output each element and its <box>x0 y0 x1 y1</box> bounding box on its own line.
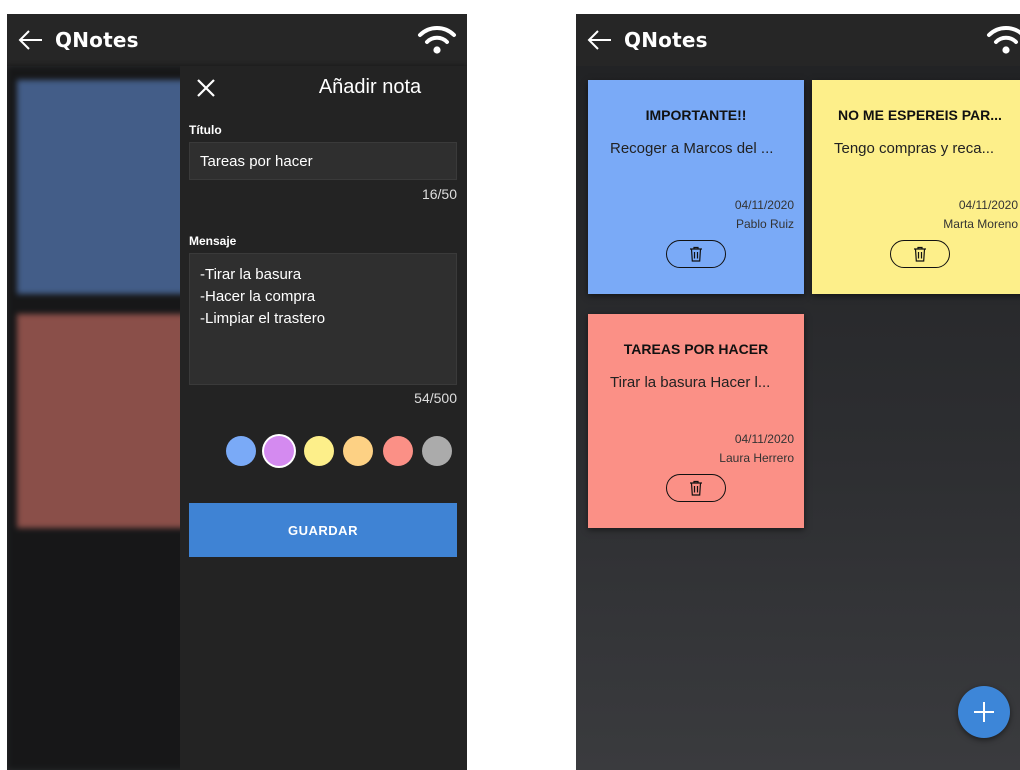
note-card[interactable]: IMPORTANTE!! Recoger a Marcos del ... 04… <box>588 80 804 294</box>
note-message: Tirar la basura Hacer l... <box>610 374 771 391</box>
note-message: Recoger a Marcos del ... <box>610 140 774 157</box>
back-button[interactable] <box>7 14 55 66</box>
note-title: IMPORTANTE!! <box>645 107 747 123</box>
note-title: TAREAS POR HACER <box>623 341 769 357</box>
app-bar: QNotes <box>7 14 467 66</box>
color-option-red[interactable] <box>383 436 413 466</box>
notes-grid: IMPORTANTE!! Recoger a Marcos del ... 04… <box>576 66 1020 770</box>
notes-list-screen: QNotes IMPORTANTE!! Recoger a Marcos del… <box>576 14 1020 770</box>
title-label: Título <box>189 123 222 137</box>
wifi-icon <box>418 25 456 54</box>
message-textarea[interactable]: -Tirar la basura -Hacer la compra -Limpi… <box>189 253 457 385</box>
message-line: -Limpiar el trastero <box>200 310 326 327</box>
title-input[interactable]: Tareas por hacer <box>189 142 457 180</box>
app-bar: QNotes <box>576 14 1020 66</box>
note-author: Pablo Ruiz <box>735 217 794 231</box>
note-date: 04/11/2020 <box>958 198 1018 212</box>
back-button[interactable] <box>576 14 624 66</box>
arrow-left-icon <box>18 30 42 50</box>
panel-title: Añadir nota <box>318 76 422 98</box>
note-card[interactable]: NO ME ESPEREIS PAR... Tengo compras y re… <box>812 80 1020 294</box>
message-counter: 54/500 <box>414 390 457 406</box>
trash-icon <box>690 480 702 496</box>
add-note-screen: QNotes Añadir nota Título Tareas por hac… <box>7 14 467 770</box>
add-note-fab[interactable] <box>958 686 1010 738</box>
save-button[interactable]: GUARDAR <box>189 503 457 557</box>
color-option-purple-selected[interactable] <box>264 436 294 466</box>
title-counter: 16/50 <box>421 186 457 202</box>
message-label: Mensaje <box>189 234 237 248</box>
note-card[interactable]: TAREAS POR HACER Tirar la basura Hacer l… <box>588 314 804 528</box>
color-option-grey[interactable] <box>422 436 452 466</box>
color-option-blue[interactable] <box>226 436 256 466</box>
trash-icon <box>914 246 926 262</box>
delete-note-button[interactable] <box>666 240 726 268</box>
note-date: 04/11/2020 <box>734 432 794 446</box>
close-icon[interactable] <box>194 76 218 100</box>
message-line: -Tirar la basura <box>200 266 302 283</box>
note-title: NO ME ESPEREIS PAR... <box>838 107 1002 123</box>
note-author: Laura Herrero <box>719 451 794 465</box>
wifi-icon <box>987 25 1020 54</box>
app-title: QNotes <box>624 28 708 52</box>
color-option-orange[interactable] <box>343 436 373 466</box>
delete-note-button[interactable] <box>666 474 726 502</box>
app-title: QNotes <box>55 28 139 52</box>
color-option-yellow[interactable] <box>304 436 334 466</box>
message-line: -Hacer la compra <box>200 288 316 305</box>
plus-icon <box>974 702 994 722</box>
note-message: Tengo compras y reca... <box>834 140 995 157</box>
trash-icon <box>690 246 702 262</box>
add-note-panel: Añadir nota Título Tareas por hacer 16/5… <box>180 66 467 770</box>
arrow-left-icon <box>587 30 611 50</box>
delete-note-button[interactable] <box>890 240 950 268</box>
note-author: Marta Moreno <box>943 217 1018 231</box>
note-date: 04/11/2020 <box>734 198 794 212</box>
